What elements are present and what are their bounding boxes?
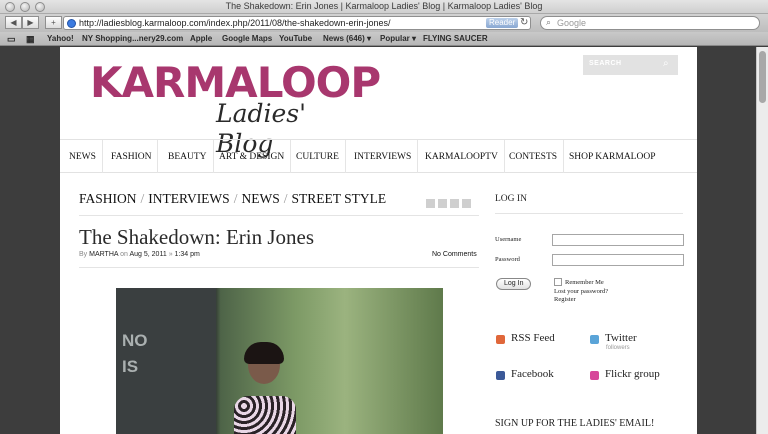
username-input[interactable] [552, 234, 684, 246]
lost-password-link[interactable]: Lost your password? [554, 288, 608, 295]
email-signup-heading: SIGN UP FOR THE LADIES' EMAIL! [495, 418, 655, 429]
site-logo[interactable]: KARMALOOP Ladies' Blog [90, 57, 381, 158]
divider [495, 213, 683, 214]
site-search-placeholder: SEARCH [589, 60, 622, 67]
facebook-link[interactable]: Facebook [511, 368, 554, 380]
back-button[interactable]: ◀ [5, 16, 22, 29]
rss-feed-link[interactable]: RSS Feed [511, 332, 555, 344]
twitter-followers: followers [606, 345, 630, 351]
flickr-icon[interactable] [590, 371, 599, 380]
twitter-icon[interactable] [590, 335, 599, 344]
post-author[interactable]: MARTHA [89, 251, 118, 258]
nav-karmalooptv[interactable]: KARMALOOPTV [419, 140, 505, 173]
share-email-icon[interactable] [450, 199, 459, 208]
search-icon[interactable]: ⌕ [663, 58, 669, 69]
reader-button[interactable]: Reader [486, 18, 519, 28]
login-title: LOG IN [495, 194, 527, 204]
address-text: http://ladiesblog.karmaloop.com/index.ph… [79, 18, 391, 28]
globe-icon [67, 19, 76, 28]
bookmark-news[interactable]: News (646) ▾ [323, 34, 371, 43]
post-byline: By MARTHA on Aug 5, 2011 » 1:34 pm [79, 251, 200, 258]
photo-person [234, 342, 296, 434]
category-interviews[interactable]: INTERVIEWS [148, 191, 229, 206]
nav-shop-karmaloop[interactable]: SHOP KARMALOOP [563, 140, 661, 173]
nav-fashion[interactable]: FASHION [105, 140, 159, 173]
forward-button[interactable]: ▶ [22, 16, 39, 29]
bookmark-flying-saucer[interactable]: FLYING SAUCER [423, 34, 488, 43]
search-icon: ⌕ [546, 17, 552, 27]
bookmark-ny-shopping[interactable]: NY Shopping...nery29.com [82, 34, 183, 43]
window-title: The Shakedown: Erin Jones | Karmaloop La… [225, 1, 543, 11]
nav-culture[interactable]: CULTURE [290, 140, 346, 173]
remember-me-checkbox[interactable] [554, 278, 562, 286]
window-titlebar: The Shakedown: Erin Jones | Karmaloop La… [0, 0, 768, 14]
password-label: Password [495, 256, 520, 263]
nav-contests[interactable]: CONTESTS [503, 140, 565, 173]
post-categories: FASHION / INTERVIEWS / NEWS / STREET STYLE [79, 191, 387, 206]
comments-link[interactable]: No Comments [432, 251, 477, 258]
post-date: Aug 5, 2011 [129, 251, 167, 258]
web-page: KARMALOOP Ladies' Blog SEARCH ⌕ NEWS FAS… [60, 47, 697, 434]
share-icons [426, 195, 474, 213]
nav-beauty[interactable]: BEAUTY [162, 140, 214, 173]
post-photo[interactable]: NO IS [116, 288, 443, 434]
password-input[interactable] [552, 254, 684, 266]
nav-art-design[interactable]: ART & DESIGN [213, 140, 292, 173]
share-twitter-icon[interactable] [438, 199, 447, 208]
site-search-field[interactable]: SEARCH ⌕ [583, 55, 678, 75]
bookmark-google-maps[interactable]: Google Maps [222, 34, 272, 43]
reload-icon[interactable]: ↻ [520, 17, 528, 28]
browser-search-placeholder: Google [557, 18, 587, 28]
browser-toolbar: ◀ ▶ + http://ladiesblog.karmaloop.com/in… [0, 14, 768, 32]
facebook-icon[interactable] [496, 371, 505, 380]
category-street-style[interactable]: STREET STYLE [291, 191, 386, 206]
browser-search-field[interactable]: ⌕ Google [540, 16, 760, 30]
page-scrollbar[interactable] [756, 47, 768, 434]
category-news[interactable]: NEWS [241, 191, 279, 206]
scroll-thumb[interactable] [759, 51, 766, 103]
flickr-link[interactable]: Flickr group [605, 368, 660, 380]
nav-interviews[interactable]: INTERVIEWS [348, 140, 419, 173]
divider [79, 215, 479, 216]
reading-list-icon[interactable]: ▭ [7, 34, 16, 45]
nav-news[interactable]: NEWS [63, 140, 103, 173]
bookmark-youtube[interactable]: YouTube [279, 34, 312, 43]
twitter-link[interactable]: Twitter [605, 332, 637, 344]
post-time: 1:34 pm [174, 251, 200, 258]
main-nav: NEWS FASHION BEAUTY ART & DESIGN CULTURE… [60, 139, 697, 173]
bookmark-popular[interactable]: Popular ▾ [380, 34, 416, 43]
post-title[interactable]: The Shakedown: Erin Jones [79, 225, 314, 250]
register-link[interactable]: Register [554, 296, 576, 303]
bookmark-yahoo[interactable]: Yahoo! [47, 34, 74, 43]
divider [79, 267, 479, 268]
bookmarks-bar: ▭ ▦ Yahoo! NY Shopping...nery29.com Appl… [0, 32, 768, 46]
address-bar[interactable]: http://ladiesblog.karmaloop.com/index.ph… [63, 16, 531, 30]
share-facebook-icon[interactable] [426, 199, 435, 208]
photo-wall: NO IS [116, 288, 216, 434]
share-print-icon[interactable] [462, 199, 471, 208]
rss-icon[interactable] [496, 335, 505, 344]
remember-me-label: Remember Me [565, 279, 604, 286]
login-button[interactable]: Log In [496, 278, 532, 290]
top-sites-icon[interactable]: ▦ [26, 34, 35, 45]
username-label: Username [495, 236, 522, 243]
add-bookmark-button[interactable]: + [45, 16, 62, 29]
bookmark-apple[interactable]: Apple [190, 34, 212, 43]
photo-wall-text: NO IS [122, 331, 148, 376]
category-fashion[interactable]: FASHION [79, 191, 137, 206]
